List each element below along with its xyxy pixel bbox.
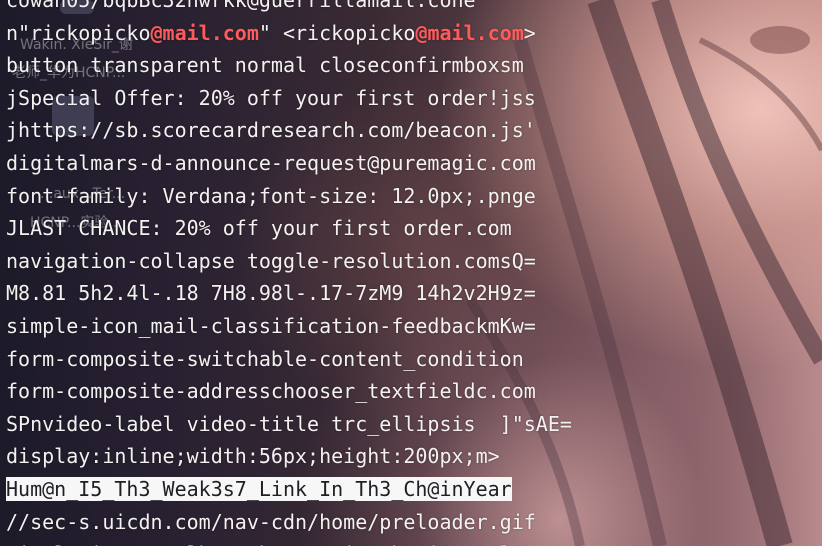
output-line: form-composite-switchable-content_condit… [6,346,524,371]
output-line: simple-icon_toolbar-change-view-horizont… [6,538,572,546]
output-line: display:inline;width:56px;height:200px;m… [6,444,500,469]
selected-text[interactable]: Hum@n_I5_Th3_Weak3s7_Link_In_Th3_Ch@inYe… [6,476,512,501]
email-prefix: n"rickopicko [6,20,151,45]
output-line: simple-icon_mail-classification-feedback… [6,313,536,338]
output-line: form-composite-addresschooser_textfieldc… [6,379,536,404]
output-line: jSpecial Offer: 20% off your first order… [6,85,536,110]
email-domain-highlight: @mail.com [415,20,524,45]
terminal-output[interactable]: cowan05/bqbBc32hwrkk@guerrillamail.cone … [6,0,572,546]
output-line: //sec-s.uicdn.com/nav-cdn/home/preloader… [6,509,536,534]
output-line: navigation-collapse toggle-resolution.co… [6,248,536,273]
output-line: SPnvideo-label video-title trc_ellipsis … [6,411,572,436]
output-line: digitalmars-d-announce-request@puremagic… [6,150,536,175]
output-line: button transparent normal closeconfirmbo… [6,53,524,78]
output-line: jhttps://sb.scorecardresearch.com/beacon… [6,118,536,143]
terminal-window[interactable]: Wakin. XieSir_谢 老师_华为HCNP... ...aux...Te… [0,0,822,546]
output-line: font-family: Verdana;font-size: 12.0px;.… [6,183,536,208]
output-line: M8.81 5h2.4l-.18 7H8.98l-.17-7zM9 14h2v2… [6,281,536,306]
email-suffix: > [523,20,536,45]
output-line-selected[interactable]: Hum@n_I5_Th3_Weak3s7_Link_In_Th3_Ch@inYe… [6,473,572,506]
output-line: JLAST CHANCE: 20% off your first order.c… [6,216,512,241]
output-line-email: n"rickopicko@mail.com" <rickopicko@mail.… [6,17,572,50]
output-line: cowan05/bqbBc32hwrkk@guerrillamail.cone [6,0,476,12]
email-domain-highlight: @mail.com [150,20,259,45]
email-middle: " <rickopicko [258,20,416,45]
